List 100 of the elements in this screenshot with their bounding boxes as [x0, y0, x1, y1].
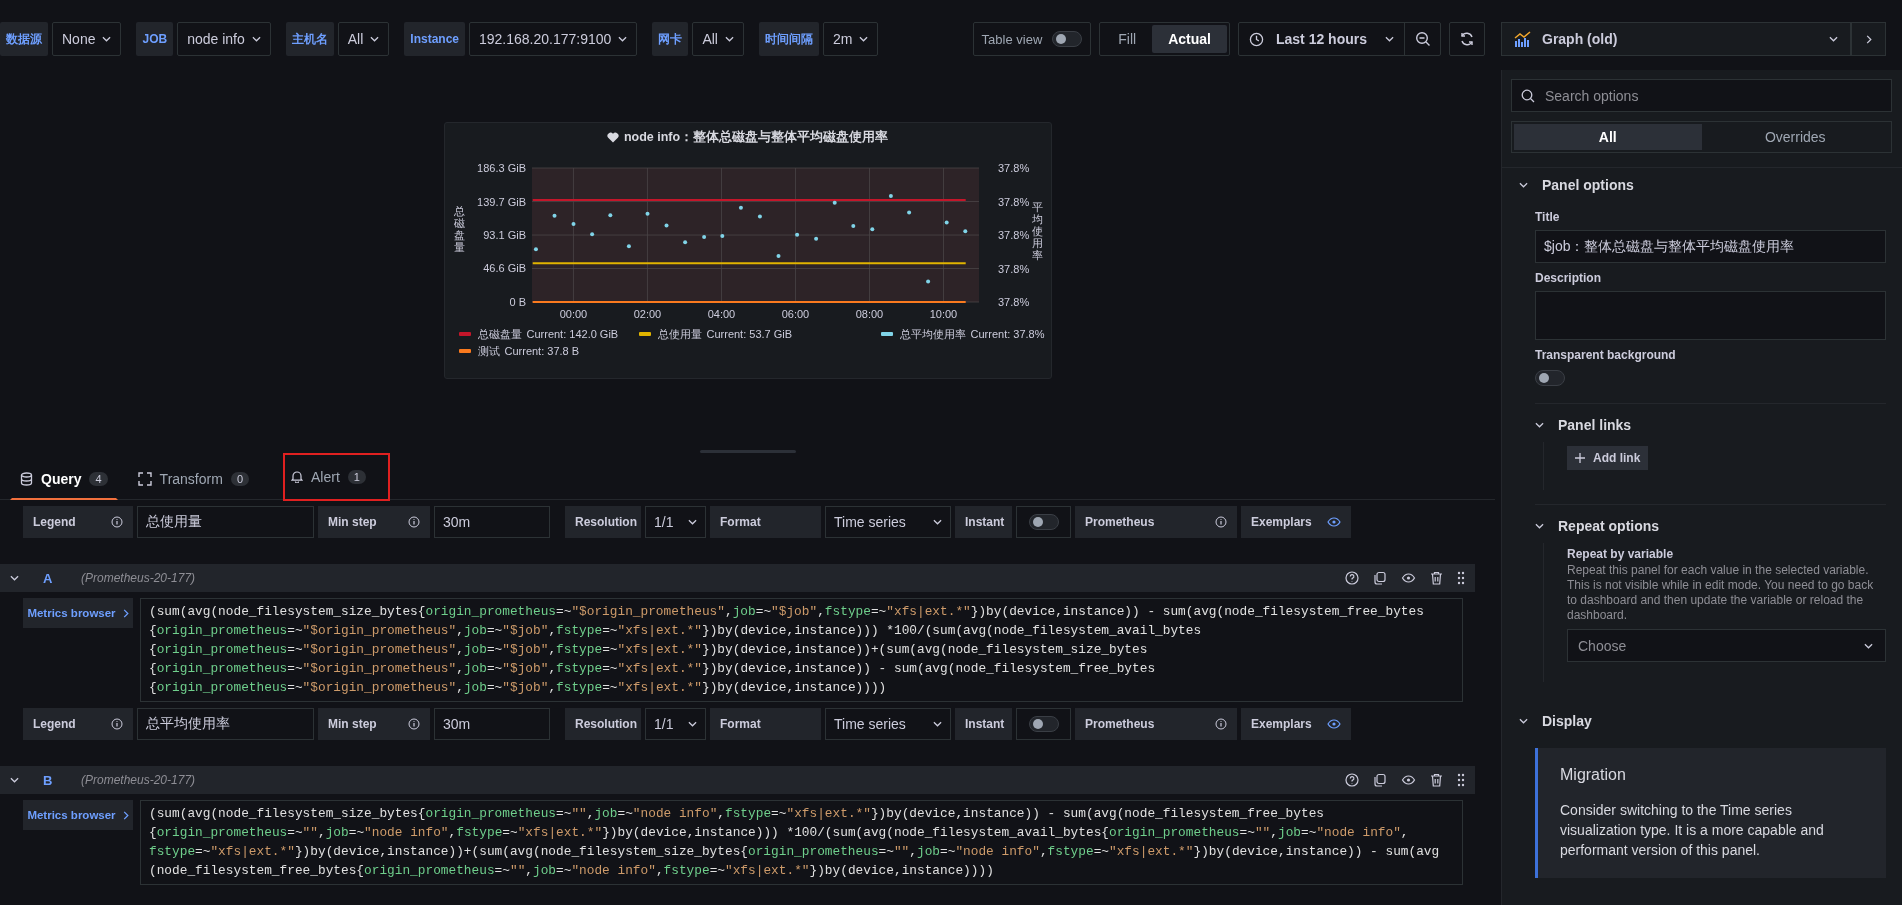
trash-icon[interactable] [1430, 571, 1443, 585]
code-line: {origin_prometheus=~"$origin_prometheus",job=~"$job",fstype=~"xfs|ext.*"})by(device,instance)))) [149, 679, 888, 697]
scatter-point [552, 213, 557, 218]
trash-icon[interactable] [1430, 773, 1443, 787]
format-select[interactable]: Time series [825, 506, 951, 538]
size-mode-button[interactable]: Actual [1152, 25, 1227, 53]
query-header[interactable]: B (Prometheus-20-177) [0, 766, 1475, 794]
right-axis-label: 37.8% [997, 262, 1029, 274]
query-editor[interactable] [140, 598, 1463, 702]
chevron-right-icon [1865, 34, 1872, 44]
section-header[interactable]: Panel options [1511, 168, 1892, 202]
metrics-browser-button[interactable]: Metrics browser [23, 800, 133, 830]
section-header[interactable]: Repeat options [1535, 509, 1886, 543]
copy-icon[interactable] [1373, 571, 1387, 585]
legend-field[interactable]: 总平均使用率 [137, 708, 314, 740]
chevron-down-icon [251, 36, 261, 42]
code-line: {origin_prometheus=~"$origin_prometheus",job=~"$job",fstype=~"xfs|ext.*"})by(device,instance))+(sum(avg(node_filesystem_size_bytes [149, 641, 1149, 659]
instant-toggle[interactable] [1028, 716, 1059, 732]
query-header[interactable]: A (Prometheus-20-177) [0, 564, 1475, 592]
instant-label: Instant [955, 708, 1012, 740]
title-field[interactable]: $job：整体总磁盘与整体平均磁盘使用率 [1535, 230, 1886, 263]
legend-label[interactable]: 总平均使用率 [899, 326, 966, 342]
options-tab[interactable]: All [1514, 124, 1702, 150]
min-step-field[interactable]: 30m [434, 708, 550, 740]
scatter-point [944, 219, 949, 224]
y-tick-label: 46.6 GiB [482, 262, 526, 274]
query-letter: B [43, 772, 54, 788]
exemplars-toggle[interactable]: Exemplars [1241, 506, 1351, 538]
legend-label[interactable]: 总磁盘量 [477, 326, 522, 342]
visualization-picker[interactable]: Graph (old) [1501, 22, 1851, 56]
x-tick-label: 04:00 [707, 307, 735, 320]
drag-handle-icon[interactable] [1457, 773, 1465, 787]
legend-value: Current: 37.8 B [504, 345, 580, 357]
editor-tab[interactable]: Transform 0 [127, 457, 259, 500]
chevron-down-icon [933, 519, 942, 525]
help-icon[interactable] [1345, 773, 1359, 787]
chevron-down-icon [1385, 36, 1394, 42]
info-icon [1215, 718, 1227, 730]
resolution-label: Resolution [565, 708, 641, 740]
code-line: fstype=~"xfs|ext.*"})by(device,instance))+(sum(avg(node_filesystem_size_bytes{origin_prometheus=~"",job=~"node info",fstype=~"xfs|ext.*"})by(device,instance)) - sum(avg [149, 843, 1441, 861]
refresh-button[interactable] [1449, 22, 1485, 56]
variable-dropdown[interactable]: node info [177, 22, 271, 56]
search-input[interactable]: Search options [1543, 86, 1882, 105]
right-axis-label: 37.8% [997, 195, 1029, 207]
exemplars-toggle[interactable]: Exemplars [1241, 708, 1351, 740]
legend-value: Current: 142.0 GiB [526, 328, 619, 340]
chevron-down-icon [1864, 642, 1873, 649]
chevron-down-icon [1829, 36, 1838, 42]
field-label: Title [1535, 210, 1561, 224]
variable-select[interactable]: Choose [1567, 629, 1886, 662]
query-editor[interactable] [140, 800, 1463, 885]
eye-icon[interactable] [1401, 573, 1416, 583]
instant-toggle[interactable] [1028, 514, 1059, 530]
format-select[interactable]: Time series [825, 708, 951, 740]
right-axis-title: 平均使用率 [1031, 200, 1043, 261]
query-letter: A [43, 570, 54, 586]
resize-handle[interactable] [699, 449, 796, 453]
variable-label: 数据源 [0, 22, 48, 56]
chevron-right-icon [122, 810, 129, 820]
description-field[interactable] [1535, 291, 1886, 340]
y-tick-label: 139.7 GiB [476, 195, 526, 207]
variable-dropdown[interactable]: 192.168.20.177:9100 [469, 22, 638, 56]
metrics-browser-button[interactable]: Metrics browser [23, 598, 133, 628]
min-step-label: Min step [318, 506, 430, 538]
editor-tab[interactable]: Alert 1 [283, 452, 390, 501]
add-link-button[interactable]: Add link [1567, 446, 1649, 470]
y-axis-title: 总磁盘量 [453, 204, 465, 253]
transform-icon [137, 471, 152, 486]
right-axis-label: 37.8% [997, 161, 1029, 174]
variable-dropdown[interactable]: None [52, 22, 122, 56]
legend-label[interactable]: 总使用量 [657, 326, 702, 342]
chevron-down-icon [102, 36, 112, 42]
variable-dropdown[interactable]: 2m [822, 22, 879, 56]
search-box[interactable]: Search options [1511, 79, 1892, 112]
resolution-select[interactable]: 1/1 [645, 708, 706, 740]
clock-icon [1248, 31, 1264, 47]
variable-label: 网卡 [652, 22, 689, 56]
drag-handle-icon[interactable] [1457, 571, 1465, 585]
transparent-toggle[interactable] [1535, 370, 1565, 386]
legend-label[interactable]: 测试 [477, 343, 500, 359]
scatter-point [813, 236, 818, 241]
chevron-down-icon [1535, 523, 1544, 529]
legend-field[interactable]: 总使用量 [137, 506, 314, 538]
min-step-field[interactable]: 30m [434, 506, 550, 538]
variable-dropdown[interactable]: All [337, 22, 390, 56]
section-header[interactable]: Panel links [1535, 408, 1886, 442]
info-icon [408, 516, 420, 528]
section-header[interactable]: Display [1511, 704, 1892, 738]
options-tab[interactable]: Overrides [1701, 124, 1889, 150]
graph-icon [1514, 31, 1532, 47]
resolution-select[interactable]: 1/1 [645, 506, 706, 538]
table-view-toggle[interactable]: Table view [972, 22, 1092, 56]
field-label: Repeat by variable [1567, 547, 1675, 561]
help-icon[interactable] [1345, 571, 1359, 585]
editor-tab[interactable]: Query 4 [10, 457, 118, 500]
eye-icon[interactable] [1401, 775, 1416, 785]
copy-icon[interactable] [1373, 773, 1387, 787]
variable-dropdown[interactable]: All [692, 22, 744, 56]
x-tick-label: 10:00 [929, 307, 957, 320]
size-mode-button[interactable]: Fill [1102, 25, 1153, 53]
